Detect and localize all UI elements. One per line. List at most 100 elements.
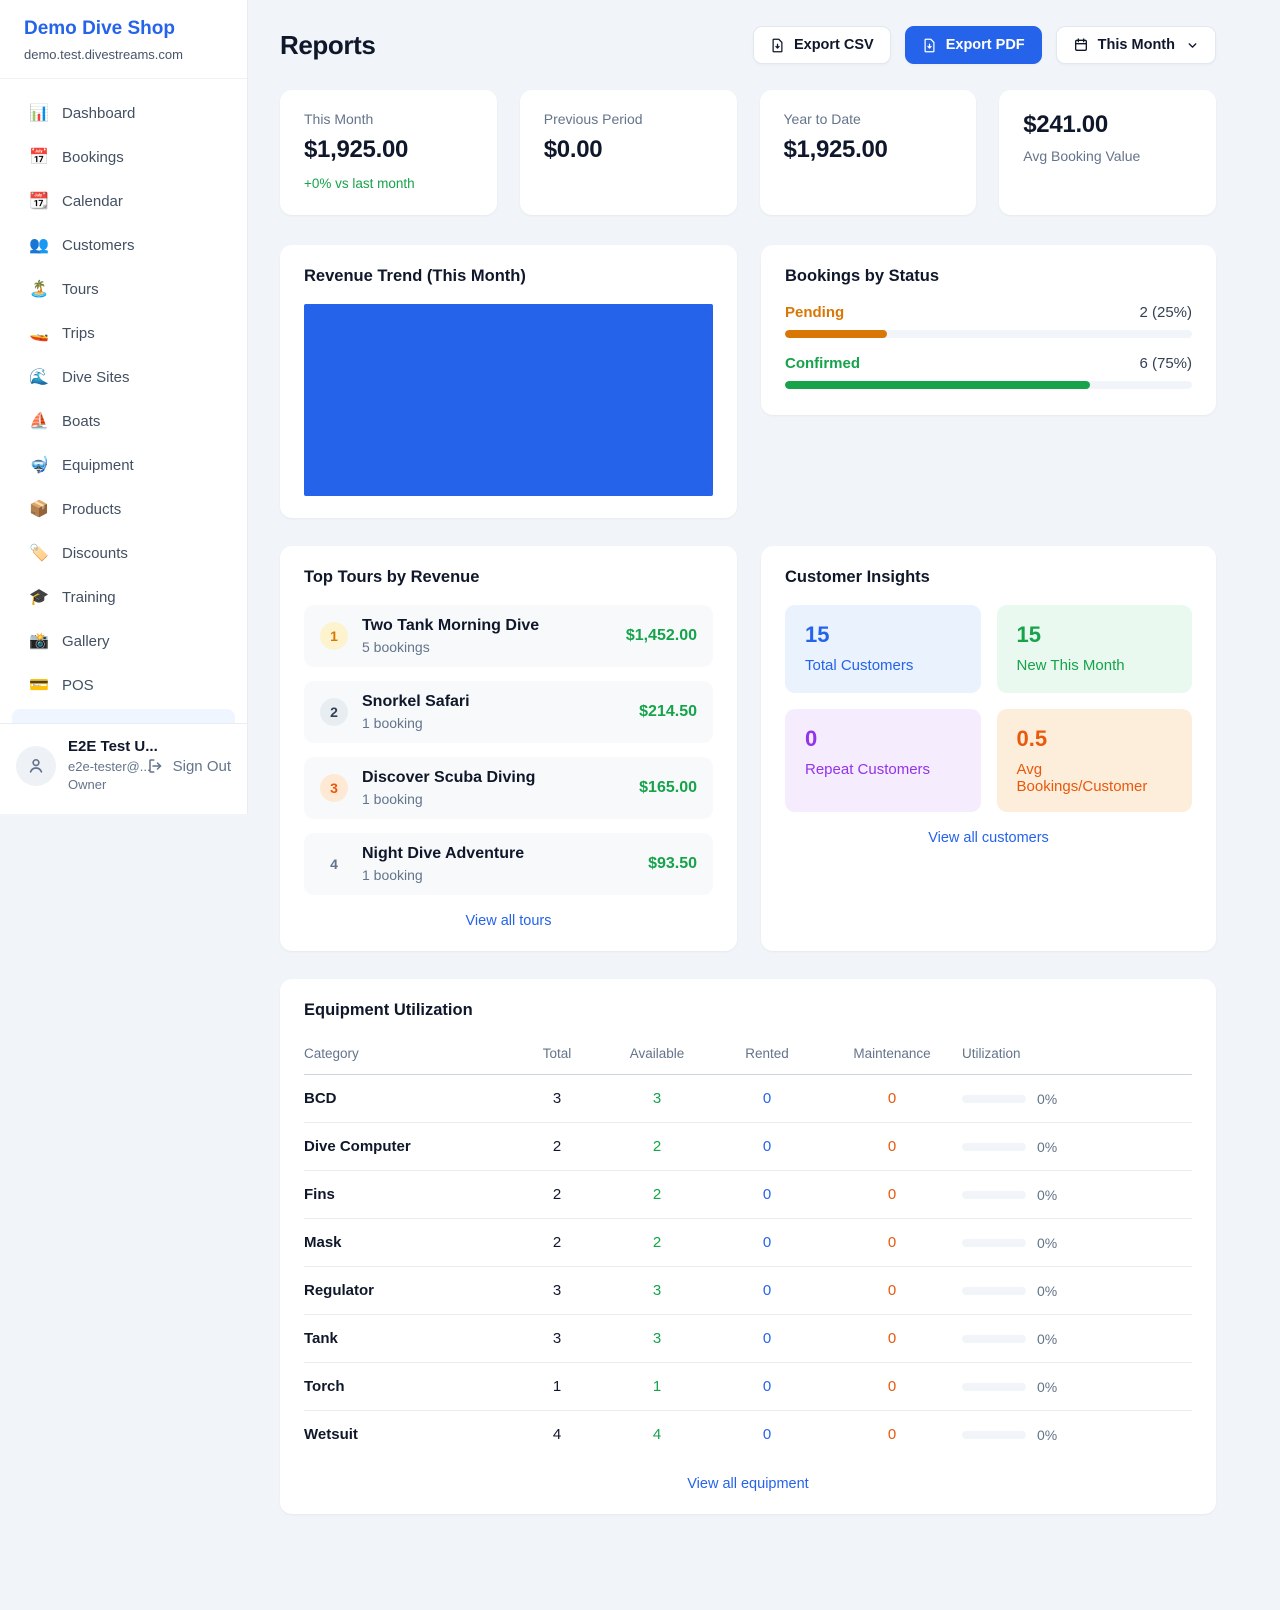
utilization-bar — [962, 1431, 1026, 1439]
tour-revenue: $1,452.00 — [626, 627, 697, 645]
sidebar-item-reports-partial[interactable] — [12, 709, 235, 723]
cell-total: 2 — [512, 1219, 602, 1267]
cell-total: 3 — [512, 1075, 602, 1123]
insight-tile: 0 Repeat Customers — [785, 709, 981, 812]
view-all-tours-link[interactable]: View all tours — [304, 913, 713, 929]
progress-fill — [785, 381, 1090, 389]
user-panel: E2E Test U... e2e-tester@... Owner Sign … — [0, 723, 247, 814]
rank-badge: 4 — [320, 850, 348, 878]
status-row-confirmed: Confirmed 6 (75%) — [785, 355, 1192, 389]
person-icon — [26, 756, 46, 776]
file-download-icon — [922, 38, 937, 53]
utilization-percent: 0% — [1037, 1091, 1057, 1107]
tour-info: Snorkel Safari 1 booking — [362, 693, 625, 731]
cell-maintenance: 0 — [822, 1123, 962, 1171]
stat-value: $241.00 — [1023, 111, 1192, 139]
export-pdf-button[interactable]: Export PDF — [905, 26, 1042, 64]
utilization-percent: 0% — [1037, 1283, 1057, 1299]
cell-rented: 0 — [712, 1171, 822, 1219]
sidebar-item-calendar[interactable]: 📆 Calendar — [12, 179, 235, 223]
tour-info: Discover Scuba Diving 1 booking — [362, 769, 625, 807]
insight-value: 0.5 — [1017, 726, 1173, 752]
avatar — [16, 746, 56, 786]
sidebar-item-bookings[interactable]: 📅 Bookings — [12, 135, 235, 179]
camera-icon: 📸 — [29, 631, 49, 651]
package-icon: 📦 — [29, 499, 49, 519]
stat-card-this-month: This Month $1,925.00 +0% vs last month — [280, 90, 497, 215]
sidebar-item-tours[interactable]: 🏝️ Tours — [12, 267, 235, 311]
sidebar: Demo Dive Shop demo.test.divestreams.com… — [0, 0, 248, 814]
stat-value: $1,925.00 — [304, 136, 473, 164]
sidebar-item-products[interactable]: 📦 Products — [12, 487, 235, 531]
utilization-percent: 0% — [1037, 1235, 1057, 1251]
cell-rented: 0 — [712, 1411, 822, 1459]
insight-grid: 15 Total Customers 15 New This Month 0 R… — [785, 605, 1192, 812]
sidebar-nav: 📊 Dashboard 📅 Bookings 📆 Calendar 👥 Cust… — [0, 79, 247, 707]
sidebar-item-label: POS — [62, 677, 94, 694]
bookings-by-status-card: Bookings by Status Pending 2 (25%) Confi… — [761, 245, 1216, 415]
col-rented: Rented — [712, 1038, 822, 1075]
cell-rented: 0 — [712, 1315, 822, 1363]
insight-label: Repeat Customers — [805, 761, 961, 778]
sidebar-item-dashboard[interactable]: 📊 Dashboard — [12, 91, 235, 135]
cell-total: 2 — [512, 1171, 602, 1219]
sidebar-item-discounts[interactable]: 🏷️ Discounts — [12, 531, 235, 575]
utilization-bar — [962, 1191, 1026, 1199]
cell-rented: 0 — [712, 1219, 822, 1267]
shop-domain: demo.test.divestreams.com — [24, 47, 223, 62]
revenue-trend-card: Revenue Trend (This Month) — [280, 245, 737, 518]
sidebar-item-customers[interactable]: 👥 Customers — [12, 223, 235, 267]
export-csv-label: Export CSV — [794, 37, 874, 53]
tour-revenue: $165.00 — [639, 779, 697, 797]
cell-category: Regulator — [304, 1267, 512, 1315]
stat-value: $1,925.00 — [784, 136, 953, 164]
tear-off-calendar-icon: 📆 — [29, 191, 49, 211]
sidebar-item-pos[interactable]: 💳 POS — [12, 663, 235, 707]
sidebar-item-boats[interactable]: ⛵ Boats — [12, 399, 235, 443]
lists-row: Top Tours by Revenue 1 Two Tank Morning … — [280, 546, 1216, 951]
sign-out-label: Sign Out — [173, 758, 231, 775]
brand-block: Demo Dive Shop demo.test.divestreams.com — [0, 0, 247, 79]
cell-maintenance: 0 — [822, 1363, 962, 1411]
sidebar-item-equipment[interactable]: 🤿 Equipment — [12, 443, 235, 487]
table-row: Regulator 3 3 0 0 0% — [304, 1267, 1192, 1315]
cell-available: 2 — [602, 1123, 712, 1171]
user-meta: E2E Test U... e2e-tester@... Owner — [68, 738, 135, 794]
tour-info: Two Tank Morning Dive 5 bookings — [362, 617, 612, 655]
sidebar-item-training[interactable]: 🎓 Training — [12, 575, 235, 619]
insight-tile: 15 Total Customers — [785, 605, 981, 693]
sidebar-item-label: Trips — [62, 325, 95, 342]
table-row: Fins 2 2 0 0 0% — [304, 1171, 1192, 1219]
sidebar-item-dive-sites[interactable]: 🌊 Dive Sites — [12, 355, 235, 399]
calendar-icon: 📅 — [29, 147, 49, 167]
cell-rented: 0 — [712, 1123, 822, 1171]
utilization-cell: 0% — [962, 1331, 1192, 1347]
period-dropdown[interactable]: This Month — [1056, 26, 1216, 64]
sign-out-button[interactable]: Sign Out — [147, 757, 231, 775]
sidebar-item-trips[interactable]: 🚤 Trips — [12, 311, 235, 355]
table-row: Tank 3 3 0 0 0% — [304, 1315, 1192, 1363]
utilization-percent: 0% — [1037, 1331, 1057, 1347]
stat-label: This Month — [304, 111, 473, 127]
cell-total: 4 — [512, 1411, 602, 1459]
people-icon: 👥 — [29, 235, 49, 255]
sidebar-item-label: Customers — [62, 237, 135, 254]
sidebar-item-label: Training — [62, 589, 116, 606]
table-row: Torch 1 1 0 0 0% — [304, 1363, 1192, 1411]
tour-name: Snorkel Safari — [362, 693, 625, 711]
sidebar-item-gallery[interactable]: 📸 Gallery — [12, 619, 235, 663]
cell-maintenance: 0 — [822, 1267, 962, 1315]
cell-category: Tank — [304, 1315, 512, 1363]
stat-cards: This Month $1,925.00 +0% vs last month P… — [280, 90, 1216, 215]
sidebar-item-label: Products — [62, 501, 121, 518]
view-all-customers-link[interactable]: View all customers — [785, 830, 1192, 846]
stat-card-previous-period: Previous Period $0.00 — [520, 90, 737, 215]
insight-label: Avg Bookings/Customer — [1017, 761, 1173, 795]
export-csv-button[interactable]: Export CSV — [753, 26, 891, 64]
insight-label: New This Month — [1017, 657, 1173, 674]
wave-icon: 🌊 — [29, 367, 49, 387]
page-header: Reports Export CSV Export PDF — [280, 26, 1216, 64]
utilization-cell: 0% — [962, 1091, 1192, 1107]
utilization-bar — [962, 1143, 1026, 1151]
view-all-equipment-link[interactable]: View all equipment — [304, 1476, 1192, 1492]
